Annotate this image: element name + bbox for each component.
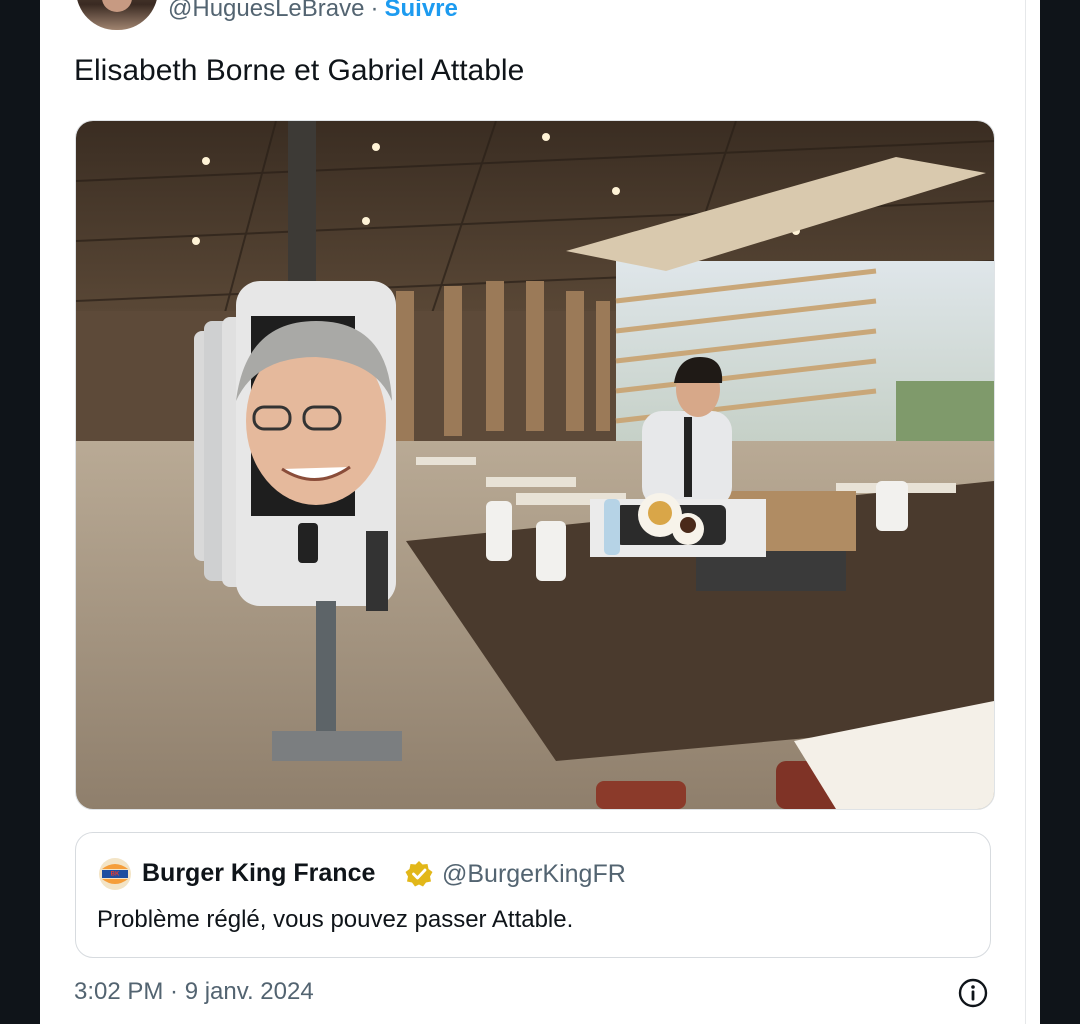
quoted-tweet[interactable]: BK Burger King France @BurgerKingFR Prob… bbox=[75, 832, 991, 958]
author-line: @HuguesLeBrave · Suivre bbox=[168, 0, 458, 26]
author-handle[interactable]: @HuguesLeBrave bbox=[168, 0, 364, 22]
burger-king-logo-icon: BK bbox=[99, 858, 131, 890]
left-frame bbox=[0, 0, 40, 1024]
separator-dot: · bbox=[370, 0, 379, 22]
restaurant-photo bbox=[76, 121, 994, 809]
tweet-text: Elisabeth Borne et Gabriel Attable bbox=[74, 54, 525, 87]
quoted-author-handle[interactable]: @BurgerKingFR bbox=[442, 860, 626, 889]
right-frame bbox=[1040, 0, 1080, 1024]
svg-text:BK: BK bbox=[111, 872, 120, 878]
follow-button[interactable]: Suivre bbox=[384, 0, 457, 22]
info-icon[interactable] bbox=[958, 978, 988, 1008]
avatar[interactable] bbox=[76, 0, 158, 30]
card-border bbox=[1025, 0, 1026, 1024]
verified-badge-icon bbox=[405, 861, 433, 887]
quoted-text: Problème réglé, vous pouvez passer Attab… bbox=[97, 906, 574, 933]
avatar-face bbox=[102, 0, 132, 12]
tweet-card: @HuguesLeBrave · Suivre Elisabeth Borne et… bbox=[40, 0, 1040, 1024]
tweet-photo[interactable] bbox=[75, 120, 995, 810]
tweet-timestamp[interactable]: 3:02 PM · 9 janv. 2024 bbox=[74, 978, 314, 1006]
quoted-author-name[interactable]: Burger King France bbox=[142, 859, 375, 888]
